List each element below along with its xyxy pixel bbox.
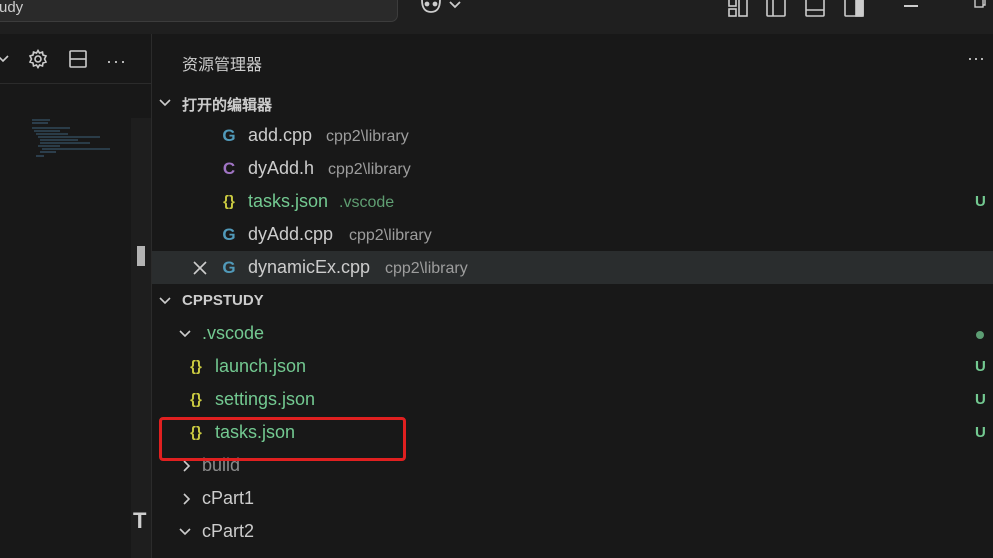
file-path: cpp2\library (349, 227, 432, 244)
modified-dot (976, 331, 984, 339)
split-editor-icon[interactable] (68, 49, 88, 69)
file-name: add.cpp (248, 125, 313, 145)
gear-icon[interactable] (28, 49, 48, 69)
workspace-label: CPPSTUDY (182, 292, 264, 309)
command-center-search[interactable]: udy (0, 0, 398, 22)
chevron-down-icon (159, 297, 171, 305)
chevron-down-icon[interactable] (0, 52, 10, 66)
close-icon[interactable] (192, 260, 208, 276)
folder-name: .vscode (202, 323, 265, 343)
file-name: tasks.json (248, 191, 329, 211)
file-name: launch.json (215, 356, 307, 376)
explorer-title: 资源管理器 (182, 57, 263, 74)
cpp-icon: G (222, 258, 236, 277)
open-editor-item[interactable]: G add.cpp cpp2\library (152, 119, 993, 152)
file-path: .vscode (339, 194, 395, 211)
file-path: cpp2\library (385, 260, 468, 277)
search-text: udy (0, 0, 24, 16)
cpp-icon: G (222, 225, 236, 244)
file-path: cpp2\library (326, 128, 409, 145)
tree-folder[interactable]: .vscode (152, 317, 993, 350)
chevron-down-icon (179, 330, 191, 338)
open-editor-item[interactable]: G dyAdd.cpp cpp2\library (152, 218, 993, 251)
editor-area: ··· T (0, 34, 152, 558)
minimize-button[interactable] (904, 5, 918, 7)
tree-file[interactable]: {} launch.json U (152, 350, 993, 383)
folder-name: cPart2 (202, 521, 255, 541)
toggle-secondary-sidebar-icon[interactable] (843, 0, 865, 18)
open-editor-item[interactable]: C dyAdd.h cpp2\library (152, 152, 993, 185)
json-icon: {} (190, 424, 202, 441)
scrollbar-track[interactable] (131, 118, 151, 558)
toggle-panel-icon[interactable] (804, 0, 826, 18)
tree-folder[interactable]: cPart2 (152, 515, 993, 548)
restore-button[interactable] (974, 0, 986, 8)
open-editor-item-selected[interactable]: G dynamicEx.cpp cpp2\library (152, 251, 993, 284)
explorer-more-icon[interactable]: ··· (967, 48, 985, 69)
tree-folder[interactable]: cPart1 (152, 482, 993, 515)
git-status-badge: U (975, 391, 986, 408)
customize-layout-icon[interactable] (727, 0, 749, 18)
chevron-right-icon (183, 460, 191, 472)
t-marker: T (133, 508, 147, 533)
json-icon: {} (190, 391, 202, 408)
workspace-header[interactable]: CPPSTUDY (152, 284, 993, 317)
file-name: dyAdd.h (248, 158, 315, 178)
chevron-right-icon (183, 493, 191, 505)
scrollbar-thumb[interactable] (137, 246, 145, 266)
git-status-badge: U (975, 193, 986, 210)
folder-name: cPart1 (202, 488, 255, 508)
file-name: dyAdd.cpp (248, 224, 334, 244)
toggle-primary-sidebar-icon[interactable] (765, 0, 787, 18)
title-bar: udy (0, 0, 993, 34)
cpp-icon: G (222, 126, 236, 145)
open-editors-header[interactable]: 打开的编辑器 (152, 86, 993, 119)
tree-file[interactable]: {} settings.json U (152, 383, 993, 416)
c-header-icon: C (222, 159, 236, 178)
chevron-down-icon (179, 528, 191, 536)
editor-actions-bar: ··· (0, 34, 152, 84)
json-icon: {} (223, 193, 235, 210)
file-name: settings.json (215, 389, 316, 409)
tree-folder[interactable]: build (152, 449, 993, 482)
file-name: dynamicEx.cpp (248, 257, 371, 277)
chevron-down-icon (159, 99, 171, 107)
git-status-badge: U (975, 424, 986, 441)
explorer-view: 资源管理器 ··· 打开的编辑器 G add.cpp cpp2\library … (152, 34, 993, 558)
file-path: cpp2\library (328, 161, 411, 178)
git-status-badge: U (975, 358, 986, 375)
open-editor-item[interactable]: {} tasks.json .vscode U (152, 185, 993, 218)
copilot-icon[interactable] (418, 0, 464, 20)
minimap[interactable] (30, 118, 112, 160)
more-actions-icon[interactable]: ··· (106, 51, 127, 72)
file-name: tasks.json (215, 422, 296, 442)
json-icon: {} (190, 358, 202, 375)
tree-file[interactable]: {} tasks.json U (152, 416, 993, 449)
folder-name: build (202, 455, 241, 475)
open-editors-label: 打开的编辑器 (182, 97, 273, 114)
